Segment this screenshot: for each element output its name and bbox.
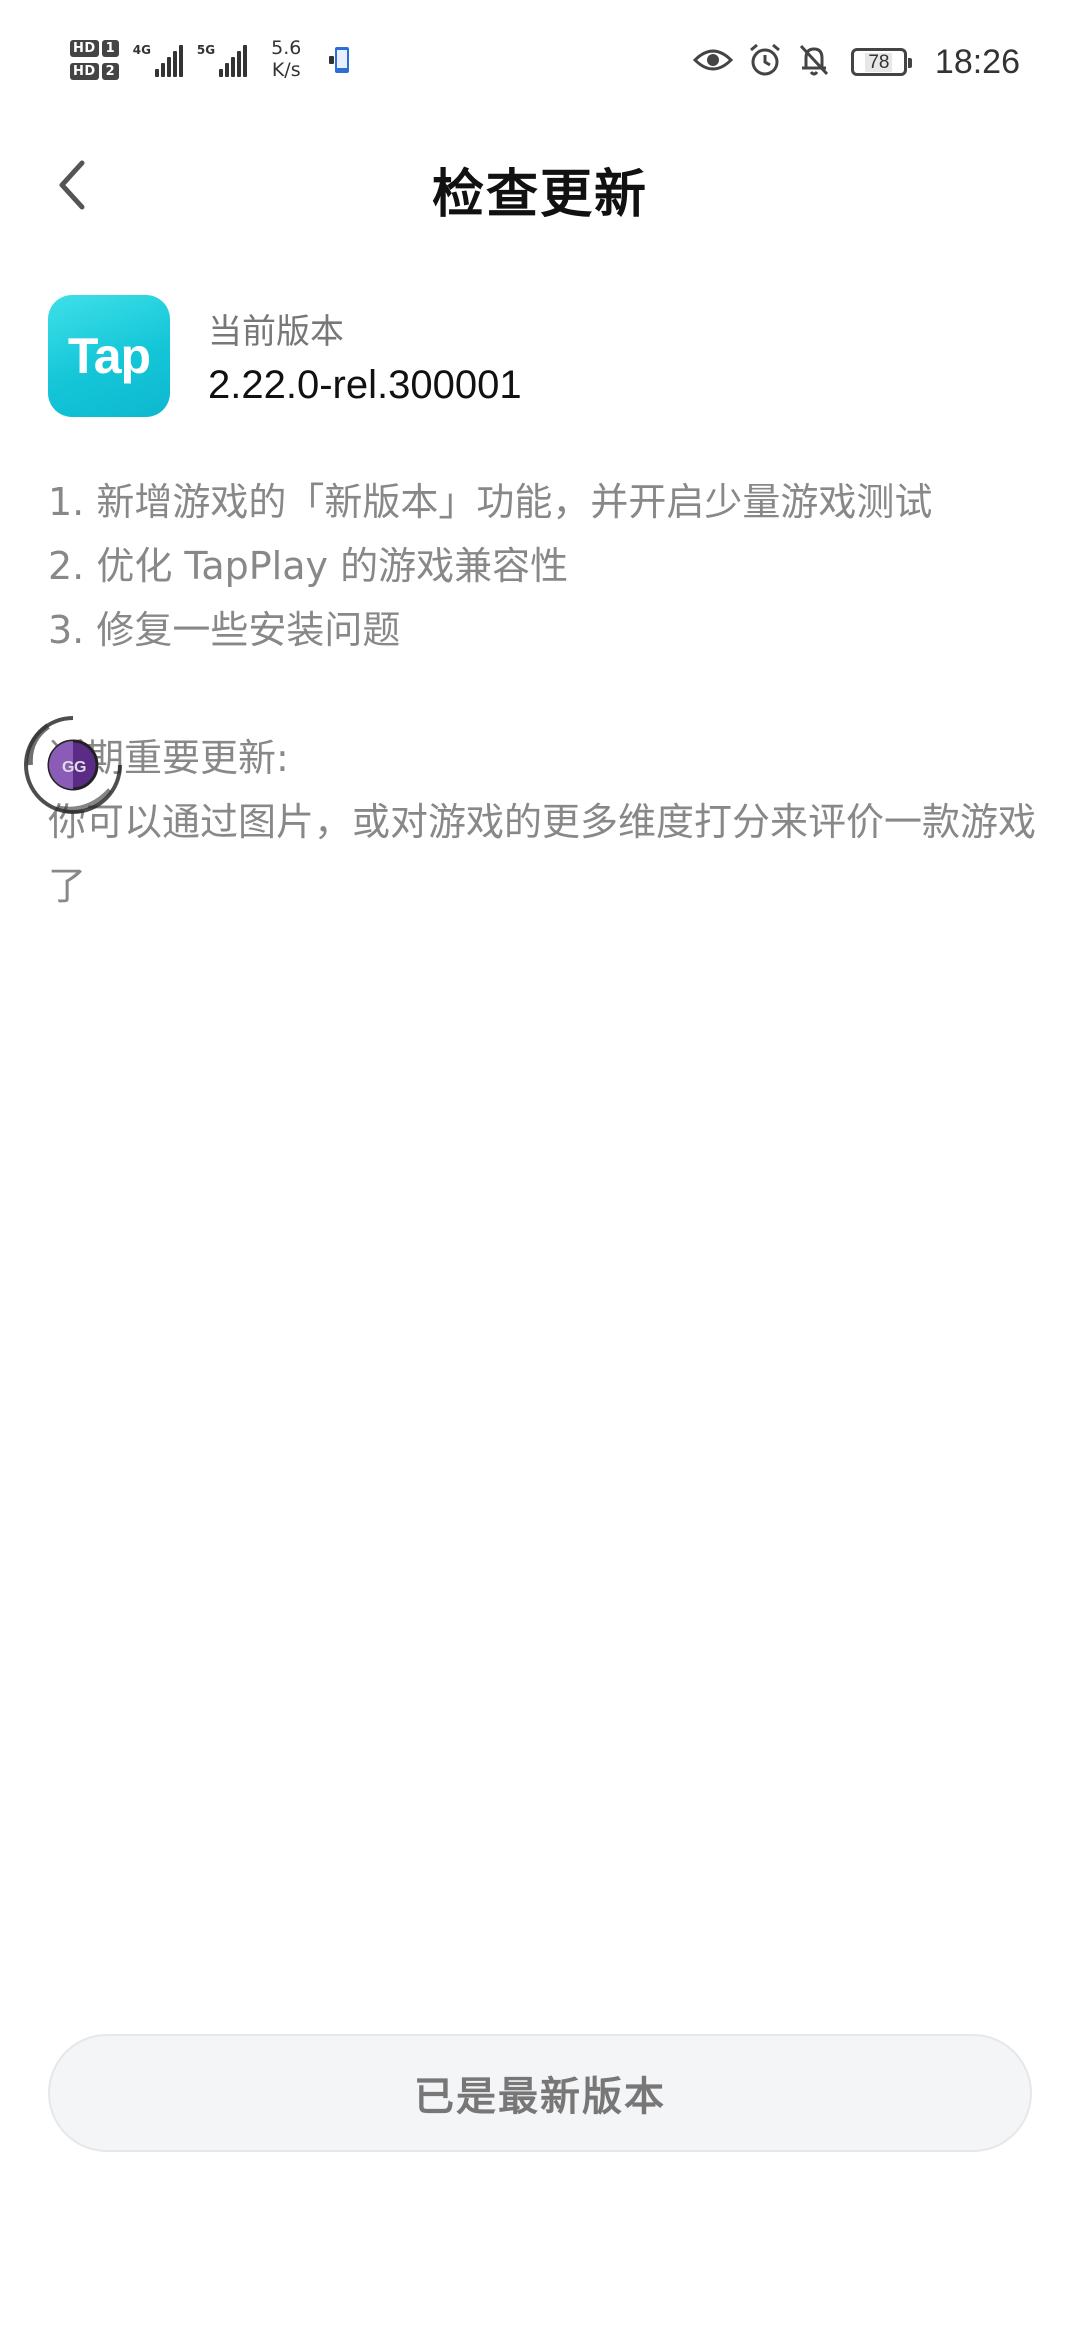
network-speed-unit: K/s xyxy=(271,59,301,81)
page-title: 检查更新 xyxy=(431,165,648,225)
hd-badge-1: HD 1 xyxy=(70,40,119,57)
release-notes-heading: 近期重要更新: xyxy=(48,736,289,780)
svg-text:G: G xyxy=(74,759,86,776)
status-bar-left: HD 1 HD 2 4G 5G 5.6 K/s xyxy=(70,30,351,90)
hd-sim-number: 1 xyxy=(101,40,119,57)
app-logo-text: Tap xyxy=(67,328,151,384)
status-bar-right: 78 18:26 xyxy=(692,34,1020,90)
version-value: 2.22.0-rel.300001 xyxy=(208,363,522,407)
version-text: 当前版本 2.22.0-rel.300001 xyxy=(208,304,522,408)
network-type-label: 4G xyxy=(132,43,151,57)
hd-indicators: HD 1 HD 2 xyxy=(70,40,119,80)
network-type-label: 5G xyxy=(196,43,216,57)
battery-level: 78 xyxy=(865,52,893,72)
hd-badge-2: HD 2 xyxy=(70,63,119,80)
release-note-item: 2. 优化 TapPlay 的游戏兼容性 xyxy=(48,544,569,588)
app-logo-icon: Tap xyxy=(48,295,170,417)
latest-version-button[interactable]: 已是最新版本 xyxy=(48,2034,1032,2152)
svg-text:G: G xyxy=(62,759,74,776)
hd-label: HD xyxy=(70,63,99,80)
alarm-clock-icon xyxy=(747,42,783,82)
eye-icon xyxy=(692,46,734,78)
phone-notification-icon xyxy=(329,46,351,74)
status-clock: 18:26 xyxy=(934,42,1020,81)
release-notes-body: 你可以通过图片，或对游戏的更多维度打分来评价一款游戏了 xyxy=(48,800,1037,908)
signal-4g-icon: 4G xyxy=(133,43,183,77)
release-note-item: 3. 修复一些安装问题 xyxy=(48,608,401,652)
release-note-item: 1. 新增游戏的「新版本」功能，并开启少量游戏测试 xyxy=(48,480,933,524)
status-bar: HD 1 HD 2 4G 5G 5.6 K/s 78 18:26 xyxy=(0,0,1080,120)
hd-label: HD xyxy=(70,40,99,57)
nav-header: 检查更新 xyxy=(0,130,1080,240)
bell-muted-icon xyxy=(797,42,831,82)
battery-icon: 78 xyxy=(850,48,912,76)
network-speed: 5.6 K/s xyxy=(271,37,302,82)
release-notes: 1. 新增游戏的「新版本」功能，并开启少量游戏测试 2. 优化 TapPlay … xyxy=(48,470,1038,918)
network-speed-value: 5.6 xyxy=(271,37,302,60)
check-update-screen: HD 1 HD 2 4G 5G 5.6 K/s 78 18:26 检查更新 Ta… xyxy=(0,0,1080,2340)
hd-sim-number: 2 xyxy=(101,63,119,80)
signal-5g-icon: 5G xyxy=(196,43,248,77)
version-label: 当前版本 xyxy=(208,312,344,352)
current-version-section: Tap 当前版本 2.22.0-rel.300001 xyxy=(48,294,522,418)
floating-overlay-icon[interactable]: G G xyxy=(18,710,128,820)
